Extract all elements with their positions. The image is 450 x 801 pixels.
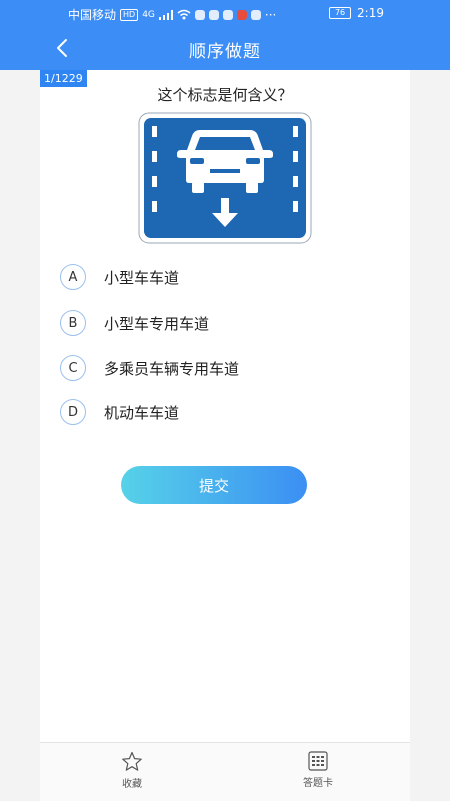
tab-answer-card[interactable]: 答题卡: [288, 751, 348, 789]
red-app-icon: [236, 9, 247, 20]
nav-bar: 顺序做题: [0, 26, 450, 70]
option-letter: D: [60, 399, 86, 425]
star-icon: [122, 751, 142, 771]
small-car-lane-sign-icon: [138, 112, 312, 244]
option-b[interactable]: B 小型车专用车道: [60, 308, 209, 338]
status-bar: 中国移动 HD 4G ··· 76 2:19: [0, 0, 450, 26]
search-notification-icon: [222, 9, 233, 20]
option-text: 小型车专用车道: [104, 314, 210, 333]
submit-button[interactable]: 提交: [121, 466, 307, 504]
bottom-tab-bar: 收藏 答题卡: [40, 742, 410, 801]
tab-label: 收藏: [122, 779, 142, 790]
wechat-icon: [194, 9, 205, 20]
shield-notification-icon: [250, 9, 261, 20]
question-card: 1/1229 这个标志是何含义？ A 小型车车道 B 小型车专用车道 C 多乘员…: [40, 70, 410, 742]
status-right: 76 2:19: [329, 6, 384, 20]
tab-label: 答题卡: [303, 778, 333, 789]
option-letter: B: [60, 310, 86, 336]
status-left: 中国移动 HD 4G ···: [68, 6, 276, 23]
signal-icon: [158, 9, 173, 20]
option-a[interactable]: A 小型车车道: [60, 262, 179, 292]
clock: 2:19: [357, 6, 384, 20]
option-d[interactable]: D 机动车车道: [60, 397, 179, 427]
question-text: 这个标志是何含义？: [157, 86, 293, 104]
more-notifications: ···: [264, 7, 277, 22]
network-type: 4G: [142, 9, 155, 20]
battery-icon: 76: [329, 7, 352, 19]
page-title: 顺序做题: [189, 42, 261, 62]
tab-favorite[interactable]: 收藏: [102, 751, 162, 790]
option-letter: C: [60, 355, 86, 381]
option-text: 多乘员车辆专用车道: [104, 359, 240, 378]
option-c[interactable]: C 多乘员车辆专用车道: [60, 353, 239, 383]
wifi-icon: [177, 9, 191, 20]
option-text: 机动车车道: [104, 403, 180, 422]
carrier-name: 中国移动: [68, 8, 117, 22]
option-text: 小型车车道: [104, 268, 180, 287]
option-letter: A: [60, 264, 86, 290]
app-notification-icon: [208, 9, 219, 20]
grid-icon: [308, 751, 328, 771]
hd-badge: HD: [120, 8, 139, 21]
